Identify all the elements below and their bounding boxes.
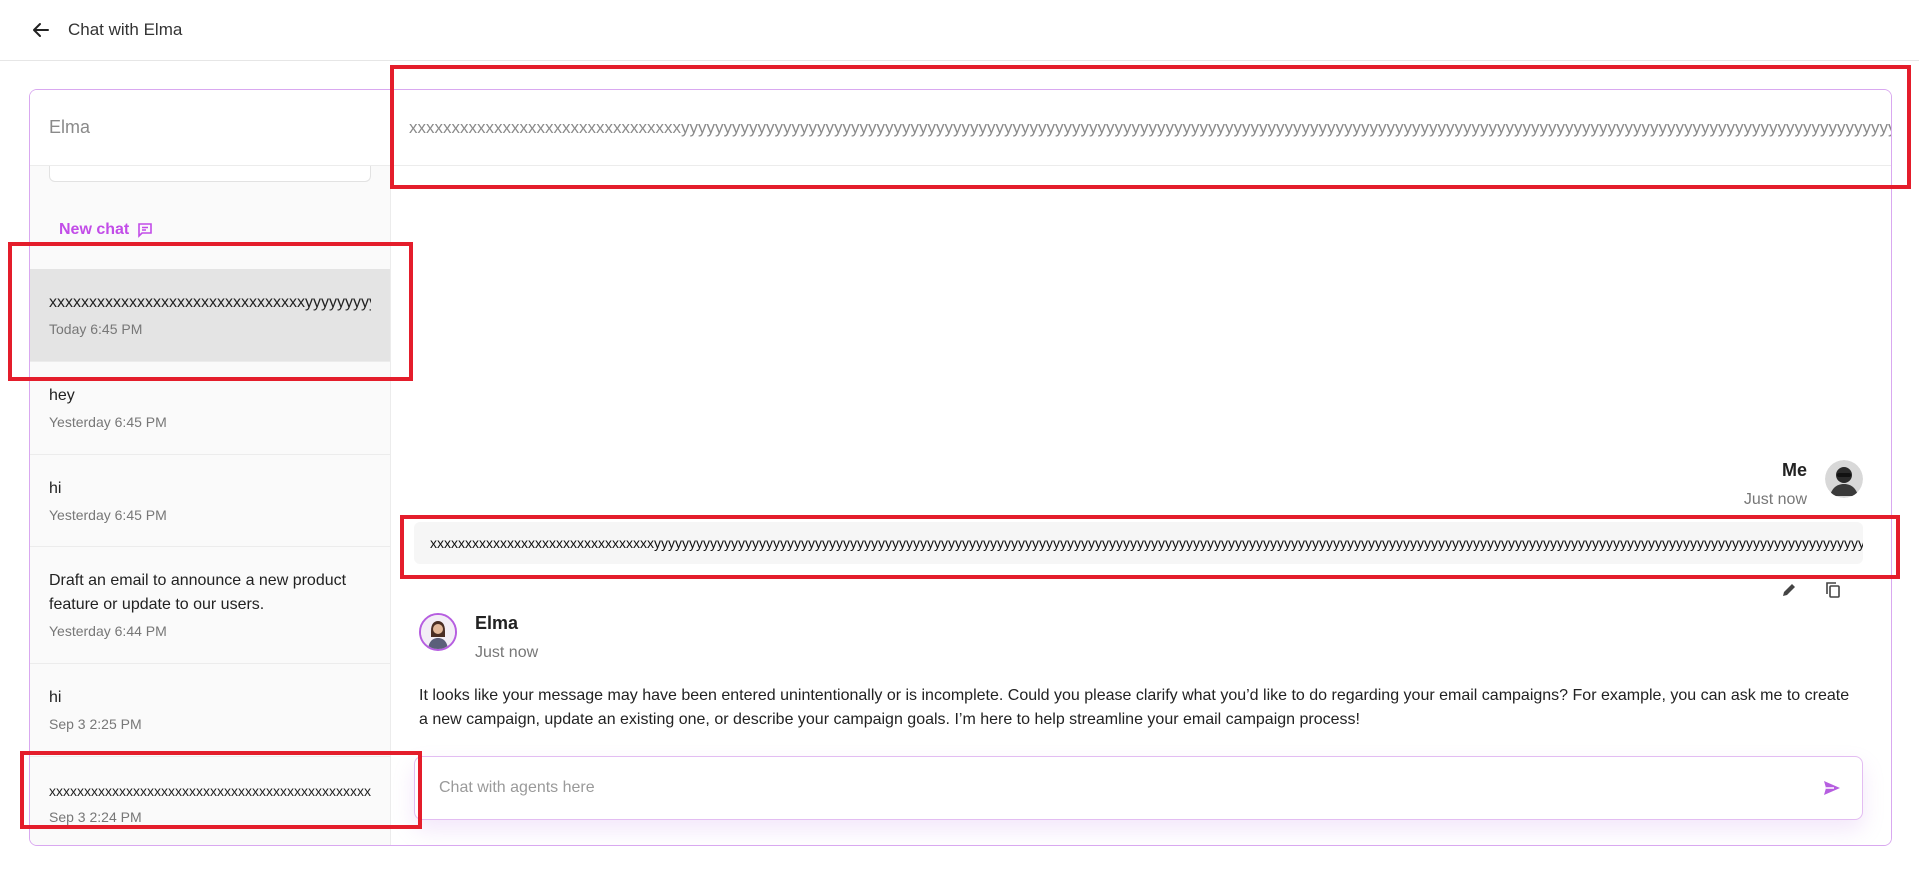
chat-panel: Elma New chat xxxxxxxxxxxxxxxxxxxxxxxxxx… (29, 89, 1892, 846)
chat-item-title: xxxxxxxxxxxxxxxxxxxxxxxxxxxxxxxxxxxxxxxx… (49, 783, 371, 799)
chat-list-item[interactable]: xxxxxxxxxxxxxxxxxxxxxxxxxxxxxxxxxxxxxxxx… (30, 757, 390, 845)
chat-composer (414, 756, 1863, 820)
assistant-message-text: It looks like your message may have been… (419, 687, 1850, 728)
assistant-name: Elma (475, 613, 519, 633)
chat-item-title: hi (49, 689, 62, 706)
assistant-avatar (419, 613, 457, 651)
chat-item-title: hey (49, 387, 75, 404)
sidebar-title: Elma (30, 90, 390, 166)
copy-icon[interactable] (1823, 580, 1843, 600)
chat-item-title: hi (49, 480, 62, 497)
send-icon[interactable] (1812, 768, 1852, 808)
chat-bubble-icon (138, 223, 153, 238)
chat-item-date: Yesterday 6:45 PM (49, 414, 167, 430)
chat-item-date: Sep 3 2:25 PM (49, 716, 142, 732)
chat-item-date: Sep 3 2:24 PM (49, 809, 142, 825)
chat-item-date: Yesterday 6:45 PM (49, 507, 167, 523)
chat-list-item[interactable]: xxxxxxxxxxxxxxxxxxxxxxxxxxxxxxxxyyyyyyyy… (30, 269, 390, 362)
chat-item-title: Draft an email to announce a new product… (49, 572, 347, 613)
chat-list-item[interactable]: hi Sep 3 2:25 PM (30, 664, 390, 757)
chat-input[interactable] (439, 779, 1812, 797)
conversation-pane: xxxxxxxxxxxxxxxxxxxxxxxxxxxxxxxxyyyyyyyy… (391, 90, 1891, 845)
new-chat-label: New chat (59, 221, 130, 238)
chat-list-item[interactable]: Draft an email to announce a new product… (30, 547, 390, 664)
assistant-message-header: Elma Just now (419, 613, 538, 662)
top-bar: Chat with Elma (0, 0, 1919, 61)
chat-list-item[interactable]: hey Yesterday 6:45 PM (30, 362, 390, 455)
message-actions (1779, 580, 1843, 600)
chat-item-title: xxxxxxxxxxxxxxxxxxxxxxxxxxxxxxxxyyyyyyyy… (49, 294, 371, 311)
back-arrow-icon[interactable] (30, 19, 52, 41)
user-message-bubble: xxxxxxxxxxxxxxxxxxxxxxxxxxxxxxxxyyyyyyyy… (414, 522, 1863, 564)
user-name: Me (1781, 460, 1807, 480)
user-message-header: Me Just now (1744, 460, 1863, 509)
search-field-edge[interactable] (49, 166, 371, 182)
conversation-title: xxxxxxxxxxxxxxxxxxxxxxxxxxxxxxxxyyyyyyyy… (391, 90, 1891, 166)
page-title: Chat with Elma (68, 20, 183, 39)
user-avatar (1825, 460, 1863, 498)
chat-list: xxxxxxxxxxxxxxxxxxxxxxxxxxxxxxxxyyyyyyyy… (30, 269, 390, 845)
chat-list-item[interactable]: hi Yesterday 6:45 PM (30, 455, 390, 547)
chat-item-date: Yesterday 6:44 PM (49, 623, 167, 639)
chat-item-date: Today 6:45 PM (49, 321, 143, 337)
chat-history-sidebar: Elma New chat xxxxxxxxxxxxxxxxxxxxxxxxxx… (30, 90, 391, 845)
assistant-message-time: Just now (475, 644, 539, 661)
pencil-icon[interactable] (1779, 580, 1799, 600)
new-chat-button[interactable]: New chat (59, 218, 390, 242)
user-message-time: Just now (1743, 491, 1807, 508)
